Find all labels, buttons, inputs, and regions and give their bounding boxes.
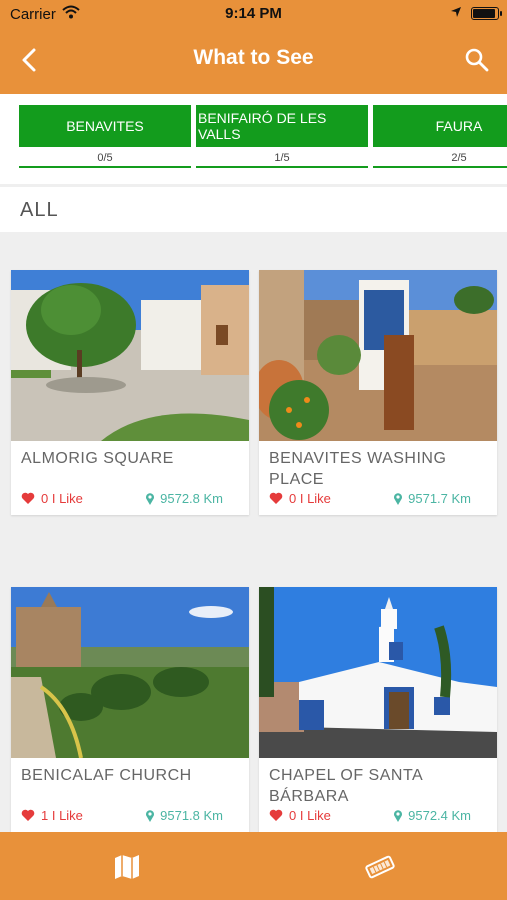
ticket-icon[interactable] (365, 852, 395, 882)
like-button[interactable]: 0 I Like (269, 491, 331, 506)
place-photo (11, 587, 249, 758)
like-button[interactable]: 0 I Like (21, 491, 83, 506)
heart-icon (269, 492, 283, 504)
place-card[interactable]: BENAVITES WASHING PLACE 0 I Like 9571.7 … (259, 270, 497, 515)
map-icon[interactable] (112, 852, 142, 882)
town-progress: 1/5 (274, 152, 290, 164)
page-title: What to See (193, 46, 314, 69)
town-tab[interactable]: BENAVITES 0/5 (19, 105, 191, 168)
distance-value: 9572.4 Km (408, 808, 471, 823)
town-selector: BENAVITES 0/5 BENIFAIRÓ DE LES VALLS 1/5… (0, 94, 507, 184)
distance: 9571.8 Km (145, 808, 223, 823)
place-card[interactable]: BENICALAF CHURCH 1 I Like 9571.8 Km (11, 587, 249, 832)
town-button-label: FAURA (373, 105, 507, 147)
place-card[interactable]: CHAPEL OF SANTA BÁRBARA 0 I Like 9572.4 … (259, 587, 497, 832)
town-tab[interactable]: BENIFAIRÓ DE LES VALLS 1/5 (196, 105, 368, 168)
location-arrow-icon (451, 7, 461, 17)
status-bar: Carrier 9:14 PM (0, 0, 507, 30)
place-name: BENAVITES WASHING PLACE (269, 450, 447, 488)
place-name: CHAPEL OF SANTA BÁRBARA (269, 767, 423, 805)
town-underline (196, 166, 368, 168)
location-pin-icon (146, 492, 155, 505)
heart-icon (269, 809, 283, 821)
battery-icon (471, 7, 502, 20)
place-photo (259, 270, 497, 441)
like-count: 0 I Like (289, 491, 331, 506)
like-count: 1 I Like (41, 808, 83, 823)
town-tab[interactable]: FAURA 2/5 (373, 105, 507, 168)
place-photo (259, 587, 497, 758)
town-button-label: BENAVITES (19, 105, 191, 147)
place-card[interactable]: ALMORIG SQUARE 0 I Like 9572.8 Km (11, 270, 249, 515)
like-button[interactable]: 1 I Like (21, 808, 83, 823)
town-underline (19, 166, 191, 168)
heart-icon (21, 809, 35, 821)
app-header: Carrier 9:14 PM What to See (0, 0, 507, 94)
town-progress: 0/5 (97, 152, 113, 164)
bottom-tab-bar (0, 832, 507, 900)
distance-value: 9571.8 Km (160, 808, 223, 823)
heart-icon (21, 492, 35, 504)
clock: 9:14 PM (225, 5, 282, 22)
distance-value: 9571.7 Km (408, 491, 471, 506)
location-pin-icon (394, 809, 403, 822)
location-pin-icon (394, 492, 403, 505)
like-count: 0 I Like (41, 491, 83, 506)
town-progress: 2/5 (451, 152, 467, 164)
town-underline (373, 166, 507, 168)
location-pin-icon (146, 809, 155, 822)
place-name: BENICALAF CHURCH (21, 767, 192, 784)
search-icon[interactable] (464, 47, 490, 73)
distance: 9572.8 Km (145, 491, 223, 506)
distance: 9572.4 Km (393, 808, 471, 823)
place-name: ALMORIG SQUARE (21, 450, 174, 467)
section-title: ALL (20, 199, 59, 221)
town-button-label: BENIFAIRÓ DE LES VALLS (196, 105, 368, 147)
distance-value: 9572.8 Km (160, 491, 223, 506)
like-button[interactable]: 0 I Like (269, 808, 331, 823)
place-photo (11, 270, 249, 441)
distance: 9571.7 Km (393, 491, 471, 506)
like-count: 0 I Like (289, 808, 331, 823)
section-header: ALL (0, 187, 507, 232)
